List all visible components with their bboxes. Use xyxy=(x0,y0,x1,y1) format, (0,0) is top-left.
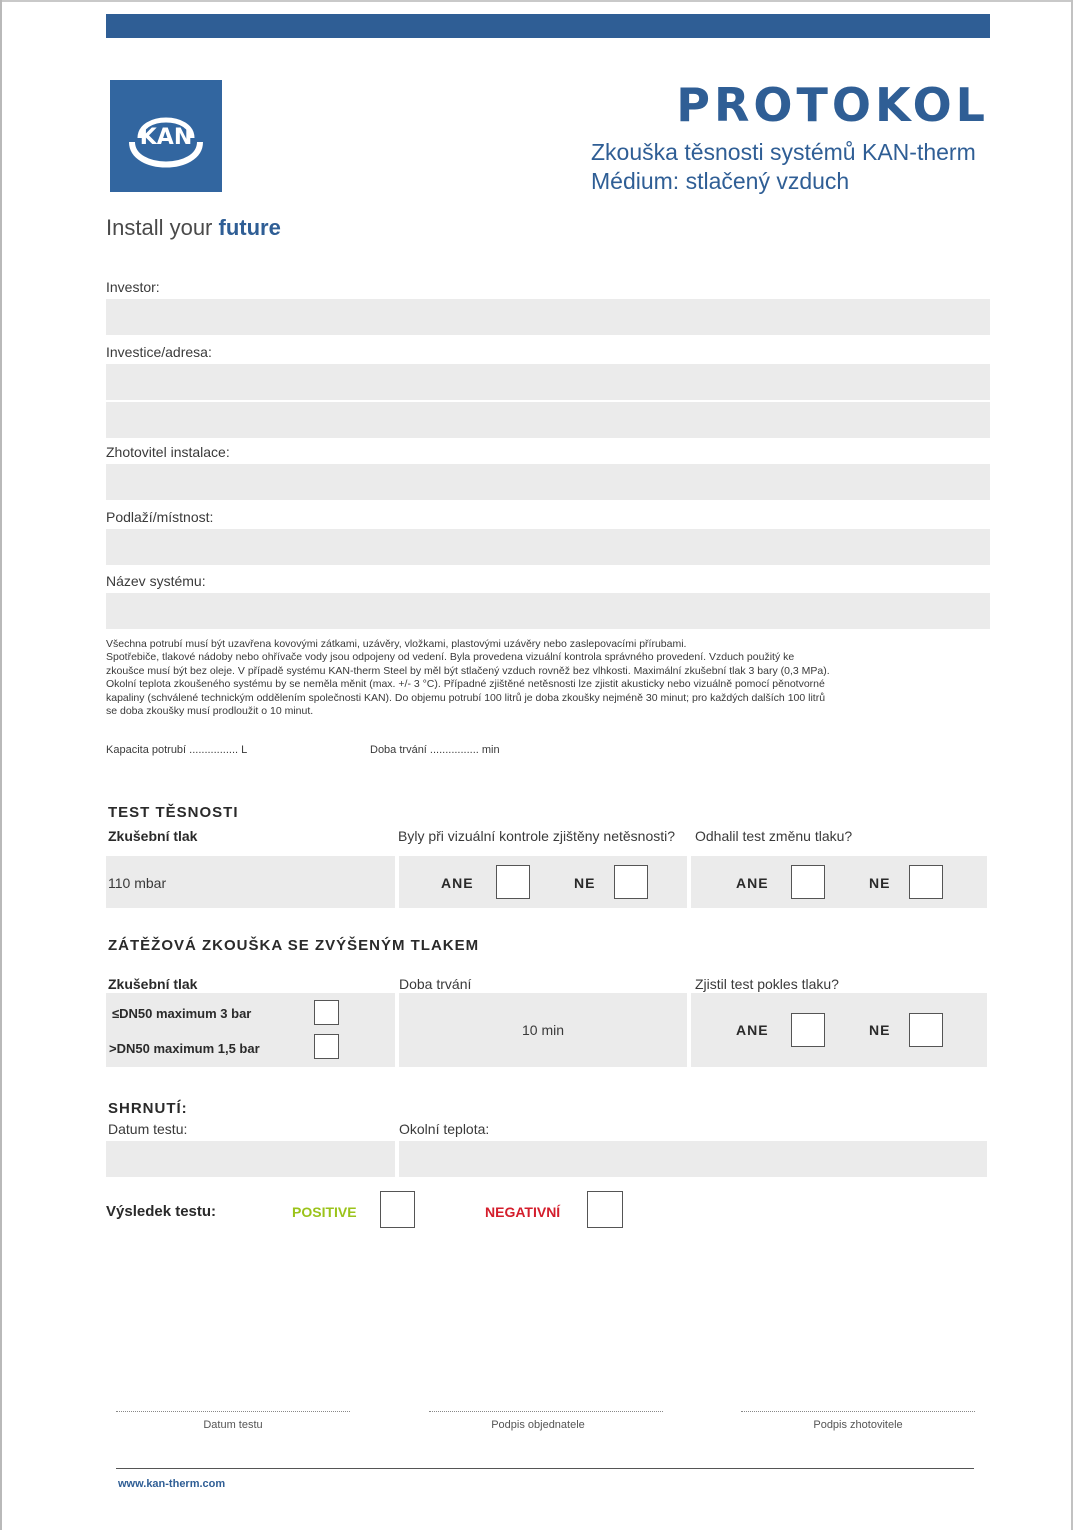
zhotovitel-field[interactable] xyxy=(106,464,990,500)
stress-option-2-label: >DN50 maximum 1,5 bar xyxy=(109,1041,260,1056)
page-border-left xyxy=(0,0,2,1530)
tagline: Install your future xyxy=(106,215,281,241)
podlazi-field[interactable] xyxy=(106,529,990,565)
header-bar xyxy=(106,14,990,38)
stress-option-2-checkbox[interactable] xyxy=(314,1034,339,1059)
stress-option-1-checkbox[interactable] xyxy=(314,1000,339,1025)
instructions-line: Spotřebiče, tlakové nádoby nebo ohřívače… xyxy=(106,651,795,664)
stress-pressure-header: Zkušební tlak xyxy=(108,976,198,992)
kan-logo: KAN xyxy=(110,80,222,192)
subtitle-line-1: Zkouška těsnosti systémů KAN-therm xyxy=(591,139,976,165)
capacity-text: Kapacita potrubí ................ L xyxy=(106,744,248,756)
summary-date-label: Datum testu: xyxy=(108,1121,188,1137)
test-pressure-value: 110 mbar xyxy=(108,875,167,891)
instructions-line: Všechna potrubí musí být uzavřena kovový… xyxy=(106,638,687,650)
document-title: PROTOKOL xyxy=(676,78,989,132)
result-label: Výsledek testu: xyxy=(106,1203,217,1220)
instructions-line: zkoušce musí být bez oleje. V případě sy… xyxy=(106,664,830,677)
drop-yes-label: ANE xyxy=(736,1022,769,1038)
signature-line-date xyxy=(116,1411,350,1412)
instructions-paragraph: Všechna potrubí musí být uzavřena kovový… xyxy=(106,638,990,718)
stress-duration-value: 10 min xyxy=(521,1022,565,1038)
result-negative-checkbox[interactable] xyxy=(587,1191,623,1228)
stress-drop-header: Zjistil test pokles tlaku? xyxy=(695,976,839,992)
zhotovitel-label: Zhotovitel instalace: xyxy=(106,444,230,460)
instructions-line: Okolní teplota zkoušeného systému by se … xyxy=(106,678,825,691)
result-negative-label: NEGATIVNÍ xyxy=(485,1204,561,1220)
investice-label: Investice/adresa: xyxy=(106,344,212,360)
signature-client-label: Podpis objednatele xyxy=(491,1419,585,1431)
test-pressure-header: Zkušební tlak xyxy=(108,828,198,844)
drop-no-checkbox[interactable] xyxy=(909,1013,943,1047)
signature-line-client xyxy=(429,1411,663,1412)
summary-temp-field[interactable] xyxy=(399,1141,987,1177)
stress-duration-header: Doba trvání xyxy=(399,976,472,992)
visual-yes-label: ANE xyxy=(441,875,474,891)
change-no-label: NE xyxy=(869,875,891,891)
change-no-checkbox[interactable] xyxy=(909,865,943,899)
investor-field[interactable] xyxy=(106,299,990,335)
logo-text: KAN xyxy=(140,125,193,150)
footer-divider xyxy=(116,1468,974,1469)
signature-line-contractor xyxy=(741,1411,975,1412)
signature-date-label: Datum testu xyxy=(203,1419,263,1431)
system-label: Název systému: xyxy=(106,573,206,589)
instructions-line: se doba zkoušky musí prodloužit o 10 min… xyxy=(106,705,314,718)
test-visual-header: Byly při vizuální kontrole zjištěny netě… xyxy=(398,828,676,844)
summary-date-field[interactable] xyxy=(106,1141,395,1177)
tagline-highlight: future xyxy=(218,215,281,240)
tagline-prefix: Install your xyxy=(106,215,213,240)
summary-temp-label: Okolní teplota: xyxy=(399,1121,490,1137)
podlazi-label: Podlaží/místnost: xyxy=(106,509,214,525)
section-heading-stress: ZÁTĚŽOVÁ ZKOUŠKA SE ZVÝŠENÝM TLAKEM xyxy=(108,937,480,954)
investice-field-2[interactable] xyxy=(106,402,990,438)
system-field[interactable] xyxy=(106,593,990,629)
change-yes-checkbox[interactable] xyxy=(791,865,825,899)
investice-field-1[interactable] xyxy=(106,364,990,400)
investor-label: Investor: xyxy=(106,279,160,295)
duration-text: Doba trvání ................ min xyxy=(370,744,500,756)
visual-no-label: NE xyxy=(574,875,596,891)
visual-no-checkbox[interactable] xyxy=(614,865,648,899)
signature-contractor-label: Podpis zhotovitele xyxy=(813,1419,903,1431)
section-heading-summary: SHRNUTÍ: xyxy=(108,1100,188,1117)
change-yes-label: ANE xyxy=(736,875,769,891)
test-change-header: Odhalil test změnu tlaku? xyxy=(695,828,853,844)
drop-no-label: NE xyxy=(869,1022,891,1038)
kan-logo-icon: KAN xyxy=(129,117,203,168)
result-positive-label: POSITIVE xyxy=(292,1204,357,1220)
section-heading-test: TEST TĚSNOSTI xyxy=(108,804,239,821)
document-subtitle: Zkouška těsnosti systémů KAN-therm Médiu… xyxy=(591,138,976,196)
drop-yes-checkbox[interactable] xyxy=(791,1013,825,1047)
result-positive-checkbox[interactable] xyxy=(380,1191,415,1228)
instructions-line: kapaliny (schválené technickým oddělením… xyxy=(106,691,826,704)
subtitle-line-2: Médium: stlačený vzduch xyxy=(591,168,850,194)
visual-yes-checkbox[interactable] xyxy=(496,865,530,899)
page-border-top xyxy=(0,0,1073,2)
footer-url[interactable]: www.kan-therm.com xyxy=(118,1478,225,1490)
stress-option-1-label: ≤DN50 maximum 3 bar xyxy=(112,1006,252,1021)
